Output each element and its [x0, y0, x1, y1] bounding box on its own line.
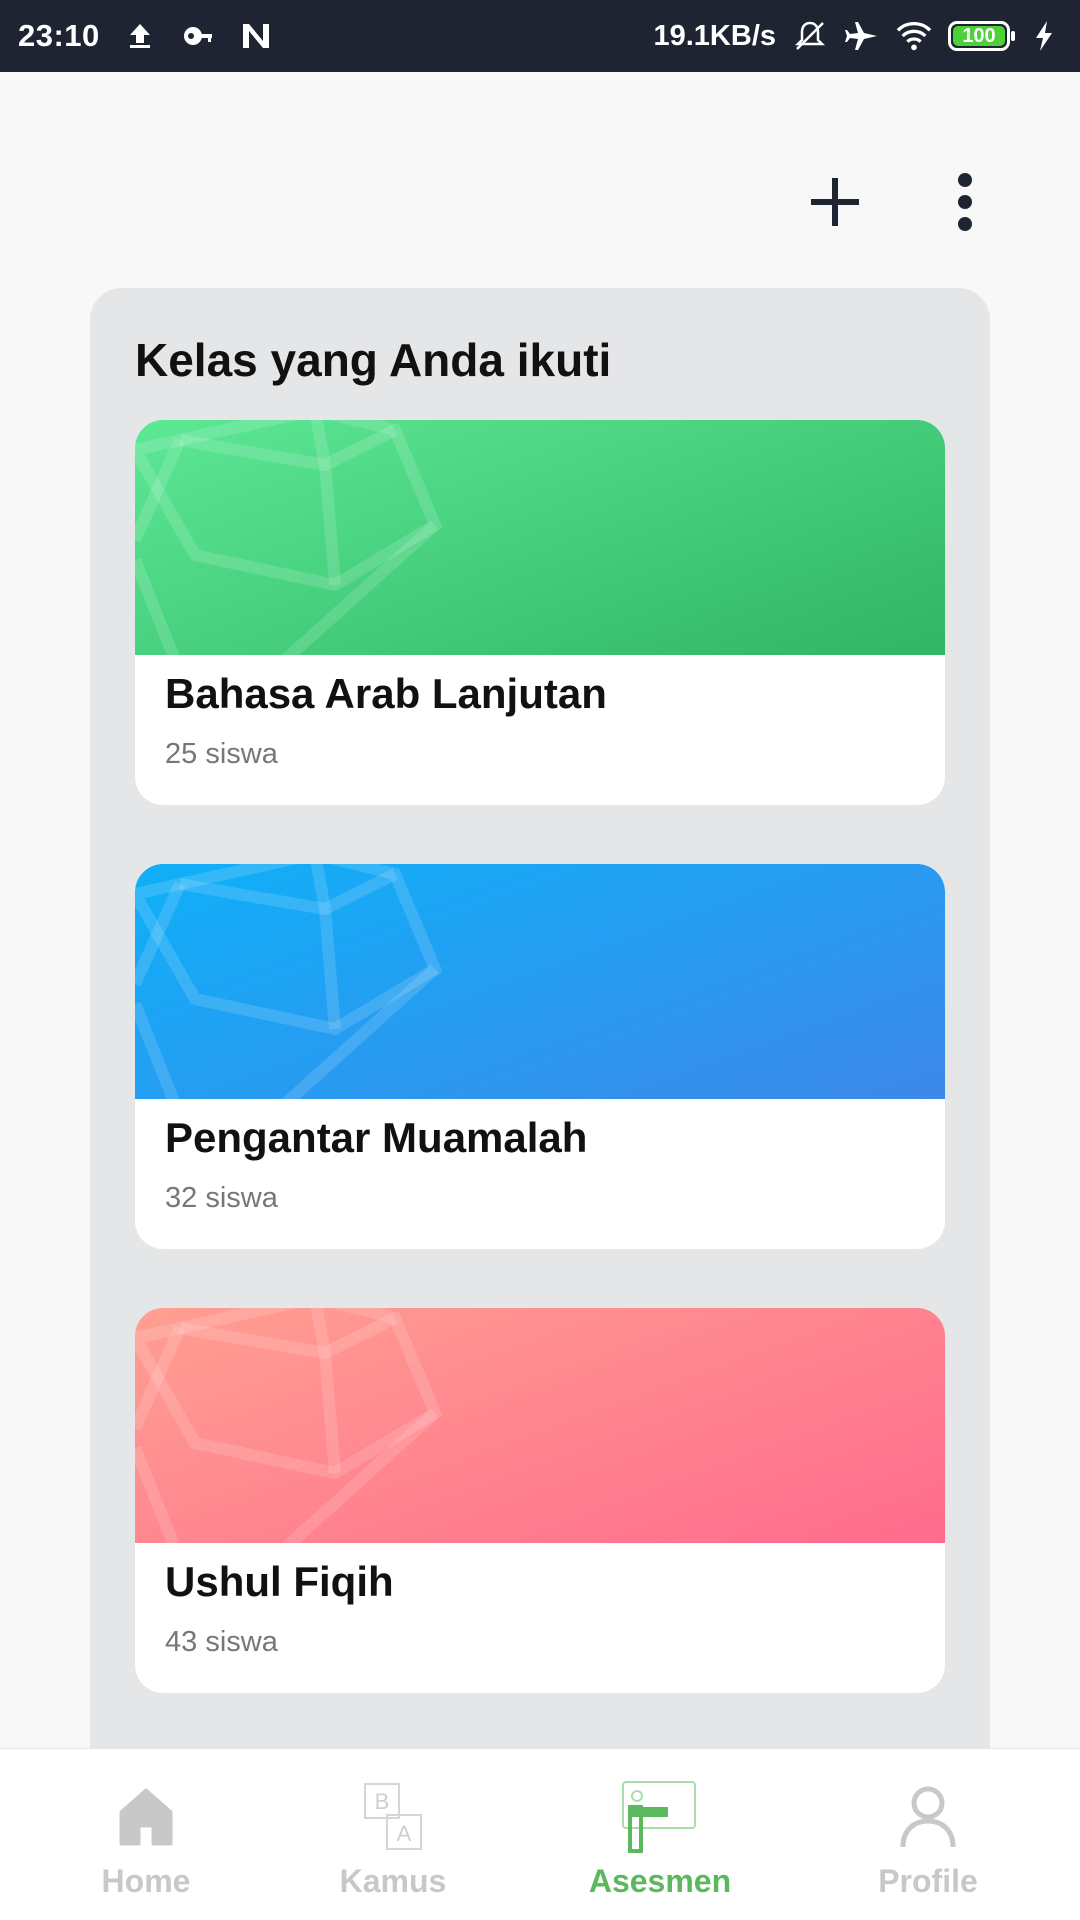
- class-card[interactable]: Pengantar Muamalah 32 siswa: [135, 864, 945, 1249]
- wifi-icon: [896, 18, 932, 54]
- vpn-key-icon: [180, 18, 216, 54]
- class-card[interactable]: Bahasa Arab Lanjutan 25 siswa: [135, 420, 945, 805]
- polygon-pattern-icon: [135, 1308, 443, 1543]
- joined-classes-panel: Kelas yang Anda ikuti Bahasa Arab Lanjut…: [90, 288, 990, 1748]
- battery-icon: 100: [948, 21, 1015, 51]
- class-banner: [135, 864, 945, 1099]
- more-options-button[interactable]: [930, 167, 1000, 237]
- status-bar: 23:10 19.1KB/s 100: [0, 0, 1080, 72]
- polygon-pattern-icon: [135, 864, 443, 1099]
- home-icon: [106, 1777, 186, 1857]
- nav-label: Home: [101, 1863, 191, 1899]
- more-vertical-icon: [958, 173, 972, 231]
- n-app-icon: [238, 18, 274, 54]
- upload-icon: [122, 18, 158, 54]
- network-speed: 19.1KB/s: [653, 19, 776, 52]
- nav-label: Asesmen: [588, 1863, 732, 1899]
- charging-icon: [1026, 18, 1062, 54]
- nav-item-home[interactable]: Home: [46, 1749, 246, 1920]
- student-count: 43 siswa: [165, 1626, 278, 1658]
- nav-item-profile[interactable]: Profile: [828, 1749, 1028, 1920]
- assessment-icon: [620, 1777, 700, 1857]
- plus-icon: [811, 178, 859, 226]
- nav-label: Kamus: [339, 1863, 447, 1899]
- polygon-pattern-icon: [135, 420, 443, 655]
- battery-level: 100: [962, 24, 996, 47]
- class-name: Pengantar Muamalah: [165, 1114, 588, 1161]
- mute-vibrate-icon: [792, 18, 828, 54]
- add-class-button[interactable]: [800, 167, 870, 237]
- airplane-icon: [844, 18, 880, 54]
- student-count: 32 siswa: [165, 1182, 278, 1214]
- dictionary-icon: B A: [353, 1777, 433, 1857]
- nav-item-asesmen[interactable]: Asesmen: [560, 1749, 760, 1920]
- bottom-navigation: Home B A Kamus Asesmen Profile: [0, 1748, 1080, 1920]
- profile-icon: [888, 1777, 968, 1857]
- class-name: Bahasa Arab Lanjutan: [165, 670, 607, 717]
- top-action-bar: [0, 72, 1080, 282]
- svg-text:B: B: [375, 1789, 390, 1814]
- student-count: 25 siswa: [165, 738, 278, 770]
- svg-text:A: A: [397, 1821, 412, 1846]
- class-name: Ushul Fiqih: [165, 1558, 394, 1605]
- class-banner: [135, 420, 945, 655]
- nav-label: Profile: [878, 1863, 978, 1899]
- nav-item-kamus[interactable]: B A Kamus: [293, 1749, 493, 1920]
- class-banner: [135, 1308, 945, 1543]
- class-card[interactable]: Ushul Fiqih 43 siswa: [135, 1308, 945, 1693]
- section-title: Kelas yang Anda ikuti: [135, 334, 612, 386]
- status-time: 23:10: [18, 18, 100, 53]
